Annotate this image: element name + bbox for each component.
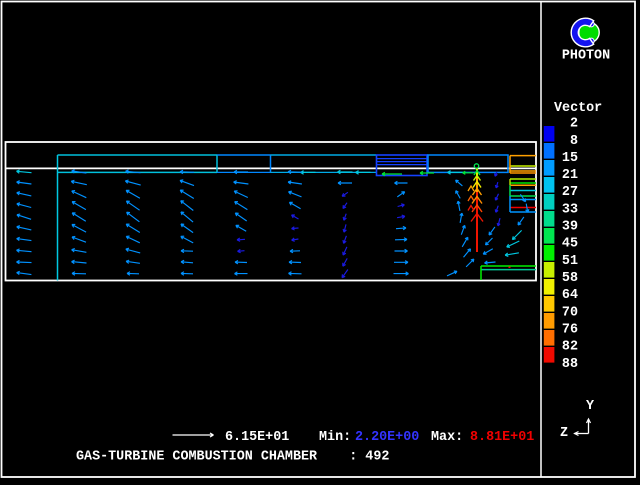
svg-text:Z: Z xyxy=(560,426,568,441)
svg-text:8.81E+01: 8.81E+01 xyxy=(470,430,534,445)
svg-text:GAS-TURBINE COMBUSTION CHAMBER: GAS-TURBINE COMBUSTION CHAMBER : 492 xyxy=(76,450,389,465)
svg-text:PHOTON: PHOTON xyxy=(562,49,610,64)
svg-text:2.20E+00: 2.20E+00 xyxy=(355,430,419,445)
svg-text:15: 15 xyxy=(562,151,578,166)
svg-text:51: 51 xyxy=(562,254,578,269)
svg-text:Max:: Max: xyxy=(431,430,463,445)
svg-text:64: 64 xyxy=(562,288,578,303)
svg-text:76: 76 xyxy=(562,323,578,338)
svg-text:88: 88 xyxy=(562,357,578,372)
svg-text:Vector: Vector xyxy=(554,101,602,116)
svg-text:Y: Y xyxy=(586,399,595,414)
svg-text:8: 8 xyxy=(570,134,578,149)
svg-text:39: 39 xyxy=(562,220,578,235)
svg-text:82: 82 xyxy=(562,340,578,355)
svg-text:58: 58 xyxy=(562,271,578,286)
svg-text:6.15E+01: 6.15E+01 xyxy=(225,430,289,445)
svg-text:45: 45 xyxy=(562,237,578,252)
svg-text:Min:: Min: xyxy=(319,430,351,445)
svg-text:33: 33 xyxy=(562,202,578,217)
svg-text:27: 27 xyxy=(562,185,578,200)
svg-text:21: 21 xyxy=(562,168,578,183)
svg-text:70: 70 xyxy=(562,305,578,320)
svg-text:2: 2 xyxy=(570,117,578,132)
